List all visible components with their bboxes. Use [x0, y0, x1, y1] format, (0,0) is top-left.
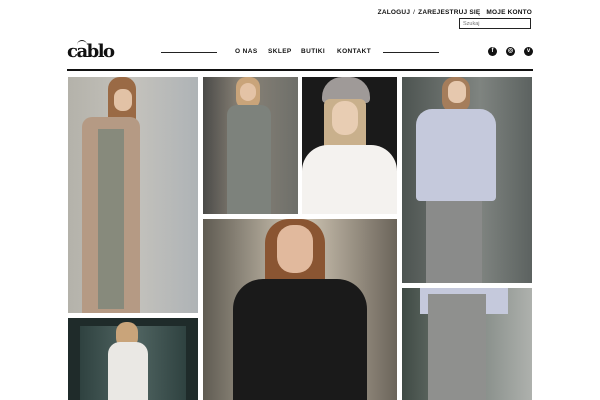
product-photo-striped-shirt[interactable]	[402, 77, 532, 283]
nav-item-kontakt[interactable]: KONTAKT	[337, 48, 371, 55]
register-link[interactable]: ZAREJESTRUJ SIĘ	[418, 9, 480, 16]
instagram-icon[interactable]: ◎	[506, 47, 515, 56]
product-photo-beanie[interactable]	[302, 77, 397, 214]
product-photo-cardigan[interactable]	[68, 77, 198, 313]
my-account-link[interactable]: MOJE KONTO	[486, 9, 532, 16]
product-photo-white-dress[interactable]	[68, 318, 198, 400]
product-photo-grey-trousers[interactable]	[402, 288, 532, 400]
nav-item-o-nas[interactable]: O NAS	[235, 48, 258, 55]
search-input[interactable]	[459, 18, 531, 29]
header-divider	[67, 69, 533, 71]
nav-item-butiki[interactable]: BUTIKI	[301, 48, 325, 55]
nav-item-sklep[interactable]: SKLEP	[268, 48, 292, 55]
login-link[interactable]: ZALOGUJ	[378, 9, 410, 16]
facebook-icon[interactable]: f	[488, 47, 497, 56]
nav-line-left	[161, 52, 217, 53]
brand-logo[interactable]: cablo	[67, 41, 115, 62]
account-links: ZALOGUJ / ZAREJESTRUJ SIĘ MOJE KONTO	[378, 9, 532, 16]
link-separator: /	[413, 9, 416, 16]
vimeo-icon[interactable]: v	[524, 47, 533, 56]
product-photo-black-sweater[interactable]	[203, 219, 397, 400]
product-photo-shirt-dress[interactable]	[203, 77, 298, 214]
nav-line-right	[383, 52, 439, 53]
